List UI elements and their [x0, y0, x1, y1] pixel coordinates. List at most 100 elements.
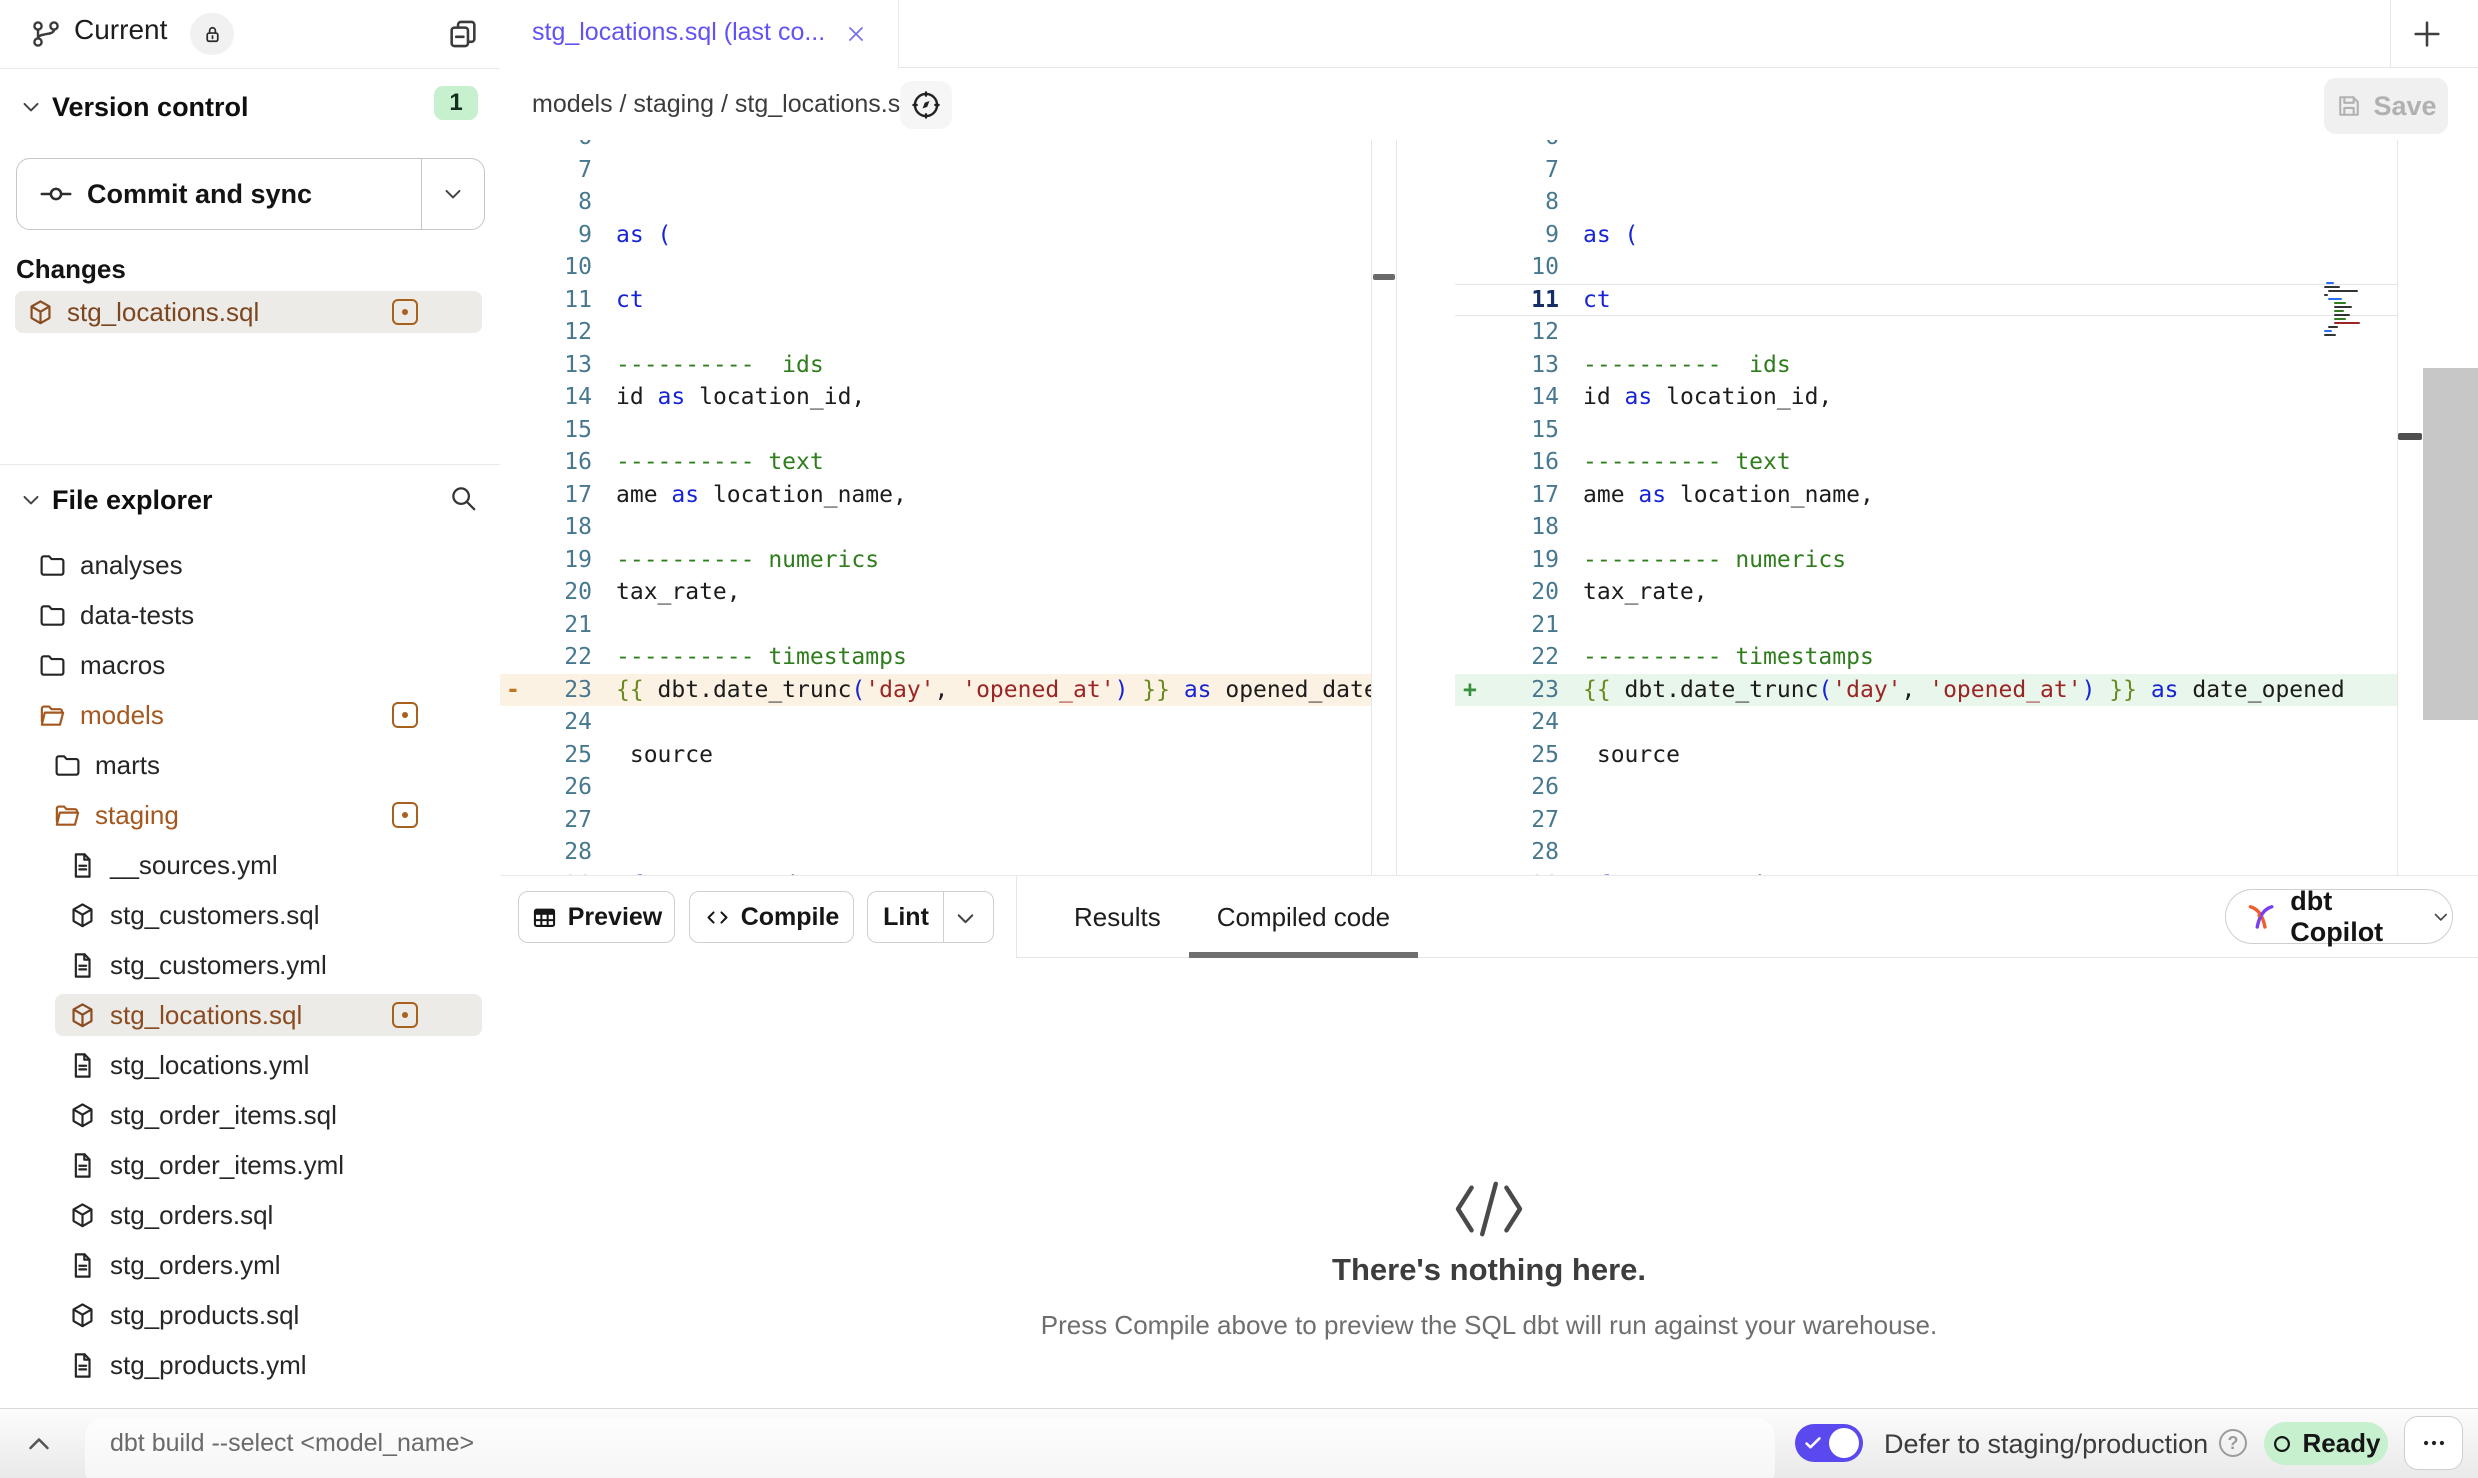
- save-floppy-icon: [2335, 92, 2363, 120]
- file-tree-item-stg-customers-yml[interactable]: stg_customers.yml: [0, 940, 500, 990]
- code-line-13[interactable]: 13---------- ids: [500, 349, 1371, 382]
- code-line-8[interactable]: 8: [500, 186, 1371, 219]
- chevron-up-icon[interactable]: [22, 1427, 56, 1461]
- editor-scrollbar-thumb[interactable]: [2423, 368, 2478, 720]
- file-tree-item-staging[interactable]: staging: [0, 790, 500, 840]
- code-line-15[interactable]: 15: [1455, 414, 2397, 447]
- breadcrumb[interactable]: models / staging / stg_locations.sql: [532, 90, 920, 119]
- close-icon[interactable]: [844, 22, 868, 46]
- chevron-down-icon[interactable]: [952, 905, 976, 929]
- code-line-6[interactable]: 6: [500, 140, 1371, 154]
- code-line-7[interactable]: 7: [500, 154, 1371, 187]
- file-tree-item-stg-customers-sql[interactable]: stg_customers.sql: [0, 890, 500, 940]
- tab-results[interactable]: Results: [1046, 876, 1189, 958]
- changed-file-row[interactable]: stg_locations.sql: [15, 291, 482, 333]
- code-line-28[interactable]: 28: [500, 836, 1371, 869]
- code-line-15[interactable]: 15: [500, 414, 1371, 447]
- commit-and-sync-button[interactable]: Commit and sync: [16, 158, 485, 230]
- code-line-21[interactable]: 21: [1455, 609, 2397, 642]
- file-tree-item-analyses[interactable]: analyses: [0, 540, 500, 590]
- commit-options-dropdown[interactable]: [421, 159, 484, 229]
- file-tree-item-stg-orders-sql[interactable]: stg_orders.sql: [0, 1190, 500, 1240]
- file-name: stg_orders.yml: [110, 1250, 281, 1281]
- code-line-25[interactable]: 25 source: [1455, 739, 2397, 772]
- left-pane-scroll-indicator[interactable]: [1373, 274, 1395, 280]
- code-line-23[interactable]: -23{{ dbt.date_trunc('day', 'opened_at')…: [500, 674, 1371, 707]
- code-line-9[interactable]: 9as (: [1455, 219, 2397, 252]
- code-line-16[interactable]: 16---------- text: [1455, 446, 2397, 479]
- code-line-8[interactable]: 8: [1455, 186, 2397, 219]
- code-line-27[interactable]: 27: [500, 804, 1371, 837]
- defer-toggle[interactable]: [1795, 1424, 1863, 1462]
- code-line-12[interactable]: 12: [1455, 316, 2397, 349]
- code-line-10[interactable]: 10: [1455, 251, 2397, 284]
- preview-button[interactable]: Preview: [518, 891, 675, 943]
- file-tree-item-stg-orders-yml[interactable]: stg_orders.yml: [0, 1240, 500, 1290]
- code-line-26[interactable]: 26: [1455, 771, 2397, 804]
- save-button[interactable]: Save: [2324, 78, 2448, 134]
- code-line-16[interactable]: 16---------- text: [500, 446, 1371, 479]
- compile-button[interactable]: Compile: [689, 891, 854, 943]
- lineage-compass-button[interactable]: [900, 81, 952, 129]
- code-line-24[interactable]: 24: [500, 706, 1371, 739]
- chevron-down-icon[interactable]: [18, 487, 44, 513]
- code-line-7[interactable]: 7: [1455, 154, 2397, 187]
- code-line-11[interactable]: 11ct: [500, 284, 1371, 317]
- code-line-14[interactable]: 14id as location_id,: [1455, 381, 2397, 414]
- code-line-20[interactable]: 20tax_rate,: [1455, 576, 2397, 609]
- file-tree-item-models[interactable]: models: [0, 690, 500, 740]
- code-line-21[interactable]: 21: [500, 609, 1371, 642]
- code-line-23[interactable]: +23{{ dbt.date_trunc('day', 'opened_at')…: [1455, 674, 2397, 707]
- lint-button[interactable]: Lint: [867, 891, 994, 943]
- file-explorer-section-title[interactable]: File explorer: [52, 485, 213, 516]
- code-line-26[interactable]: 26: [500, 771, 1371, 804]
- code-line-20[interactable]: 20tax_rate,: [500, 576, 1371, 609]
- file-tree-item-stg-order-items-sql[interactable]: stg_order_items.sql: [0, 1090, 500, 1140]
- more-options-button[interactable]: [2404, 1416, 2463, 1470]
- code-line-14[interactable]: 14id as location_id,: [500, 381, 1371, 414]
- code-line-17[interactable]: 17ame as location_name,: [1455, 479, 2397, 512]
- file-tree-item-stg-products-sql[interactable]: stg_products.sql: [0, 1290, 500, 1340]
- file-tree-item-stg-products-yml[interactable]: stg_products.yml: [0, 1340, 500, 1390]
- code-line-18[interactable]: 18: [1455, 511, 2397, 544]
- line-number: 23: [534, 674, 592, 707]
- code-line-17[interactable]: 17ame as location_name,: [500, 479, 1371, 512]
- code-line-9[interactable]: 9as (: [500, 219, 1371, 252]
- code-line-22[interactable]: 22---------- timestamps: [500, 641, 1371, 674]
- branch-selector-row[interactable]: Current: [0, 0, 500, 69]
- code-line-6[interactable]: 6: [1455, 140, 2397, 154]
- code-line-13[interactable]: 13---------- ids: [1455, 349, 2397, 382]
- code-line-10[interactable]: 10: [500, 251, 1371, 284]
- duplicate-file-icon[interactable]: [446, 17, 480, 51]
- file-tree-item-stg-locations-sql[interactable]: stg_locations.sql: [0, 990, 500, 1040]
- minimap[interactable]: [2324, 282, 2397, 340]
- file-tree-item-stg-locations-yml[interactable]: stg_locations.yml: [0, 1040, 500, 1090]
- file-tree-item-macros[interactable]: macros: [0, 640, 500, 690]
- code-line-12[interactable]: 12: [500, 316, 1371, 349]
- file-tree-item-data-tests[interactable]: data-tests: [0, 590, 500, 640]
- tab-stg-locations-sql[interactable]: stg_locations.sql (last co...: [500, 0, 899, 68]
- new-tab-button[interactable]: [2405, 12, 2449, 56]
- version-control-section-title[interactable]: Version control: [52, 92, 249, 123]
- code-line-19[interactable]: 19---------- numerics: [500, 544, 1371, 577]
- code-line-18[interactable]: 18: [500, 511, 1371, 544]
- file-tree-item-stg-order-items-yml[interactable]: stg_order_items.yml: [0, 1140, 500, 1190]
- code-line-11[interactable]: 11ct: [1455, 284, 2397, 317]
- help-icon[interactable]: ?: [2219, 1429, 2247, 1457]
- code-text: {{ dbt.date_trunc('day', 'opened_at') }}…: [592, 674, 1371, 707]
- file-tree-item-marts[interactable]: marts: [0, 740, 500, 790]
- code-line-19[interactable]: 19---------- numerics: [1455, 544, 2397, 577]
- file-name: staging: [95, 800, 179, 831]
- chevron-down-icon[interactable]: [18, 94, 44, 120]
- tab-compiled-code[interactable]: Compiled code: [1189, 876, 1418, 958]
- code-line-28[interactable]: 28: [1455, 836, 2397, 869]
- code-line-22[interactable]: 22---------- timestamps: [1455, 641, 2397, 674]
- dbt-copilot-button[interactable]: dbt Copilot: [2225, 889, 2453, 944]
- code-line-24[interactable]: 24: [1455, 706, 2397, 739]
- search-icon[interactable]: [448, 483, 478, 513]
- code-line-25[interactable]: 25 source: [500, 739, 1371, 772]
- code-line-27[interactable]: 27: [1455, 804, 2397, 837]
- file-tree-item--sources-yml[interactable]: __sources.yml: [0, 840, 500, 890]
- line-number: 9: [1503, 219, 1559, 252]
- right-pane-scroll-indicator[interactable]: [2398, 433, 2422, 440]
